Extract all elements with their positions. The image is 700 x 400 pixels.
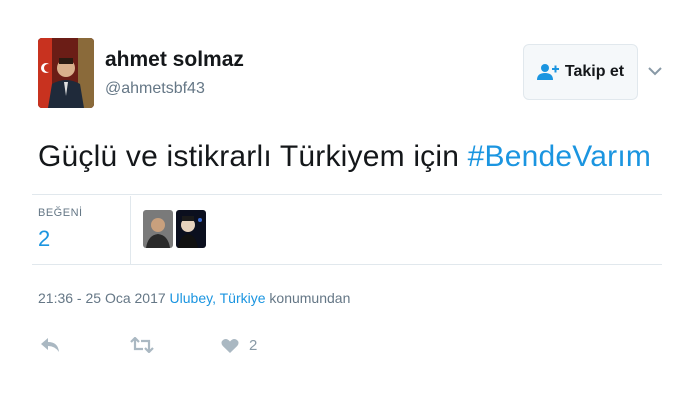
reply-button[interactable] — [40, 337, 60, 353]
like-button[interactable]: 2 — [221, 337, 257, 354]
timestamp[interactable]: 21:36 - 25 Oca 2017 — [38, 290, 166, 306]
retweet-icon — [130, 337, 154, 353]
tweet-text: Güçlü ve istikrarlı Türkiyem için #Bende… — [38, 140, 651, 174]
heart-icon — [221, 338, 239, 353]
tweet-body: Güçlü ve istikrarlı Türkiyem için — [38, 140, 468, 173]
hashtag-link[interactable]: #BendeVarım — [468, 140, 651, 173]
like-count: 2 — [249, 337, 258, 354]
chevron-down-icon[interactable] — [646, 62, 664, 80]
follow-button[interactable]: Takip et — [523, 44, 638, 100]
user-handle[interactable]: @ahmetsbf43 — [105, 80, 205, 98]
divider — [32, 194, 662, 195]
reply-icon — [41, 338, 59, 352]
liker-photo — [143, 210, 173, 248]
likes-count[interactable]: 2 — [38, 226, 50, 252]
display-name[interactable]: ahmet solmaz — [105, 48, 244, 72]
liker-avatar[interactable] — [176, 210, 206, 248]
location-suffix: konumundan — [269, 290, 351, 306]
tweet-meta: 21:36 - 25 Oca 2017 Ulubey, Türkiye konu… — [38, 290, 350, 306]
stat-divider — [130, 196, 131, 264]
avatar-photo — [38, 38, 94, 108]
liker-photo — [176, 210, 206, 248]
avatar[interactable] — [38, 38, 94, 108]
location-link[interactable]: Ulubey, Türkiye — [170, 290, 266, 306]
add-user-icon — [536, 64, 559, 80]
divider — [32, 264, 662, 265]
retweet-button[interactable] — [130, 337, 154, 353]
likes-label: BEĞENİ — [38, 207, 83, 219]
liker-avatar[interactable] — [143, 210, 173, 248]
follow-button-label: Takip et — [564, 63, 625, 80]
